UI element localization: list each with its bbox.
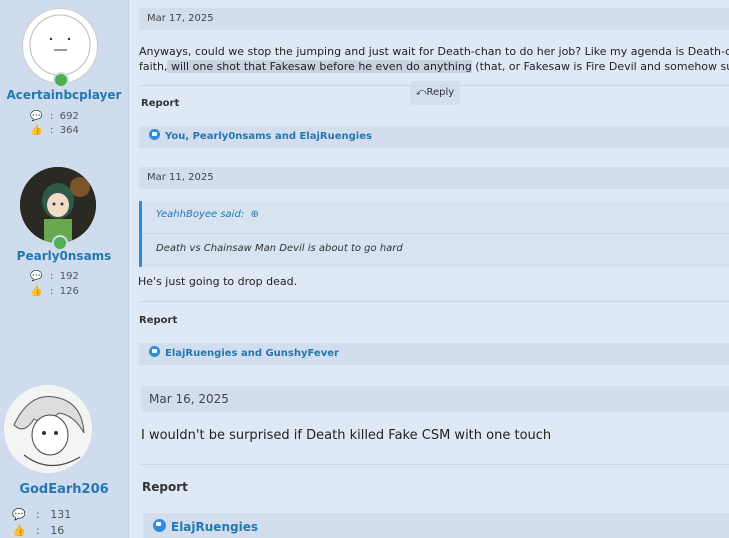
- speech-bubbles-icon: 💬: [30, 271, 43, 282]
- report-link[interactable]: Report: [142, 480, 188, 494]
- username[interactable]: Pearly0nsams: [0, 249, 128, 263]
- report-link[interactable]: Report: [141, 98, 179, 109]
- message-count-value: 131: [50, 508, 72, 521]
- speech-bubbles-icon: 💬: [30, 111, 43, 122]
- message-count-value: 692: [59, 111, 79, 122]
- avatar[interactable]: [20, 167, 96, 243]
- reply-arrow-icon: ⤺: [415, 87, 427, 98]
- user-sidebar: Pearly0nsams 💬: 192 👍: 126: [0, 155, 129, 371]
- like-count-value: 16: [50, 524, 65, 537]
- thumbs-up-icon: 👍: [30, 125, 43, 136]
- quote-text: Death vs Chainsaw Man Devil is about to …: [156, 243, 403, 254]
- like-icon: [153, 519, 166, 532]
- quote-author-label[interactable]: YeahhBoyee said:: [156, 209, 244, 220]
- like-count: 👍: 364: [30, 125, 79, 136]
- post-body: Mar 16, 2025 I wouldn't be surprised if …: [129, 371, 729, 538]
- thumbs-up-icon: 👍: [30, 286, 43, 297]
- divider: [141, 464, 729, 465]
- divider: [139, 85, 729, 86]
- post-3: GodEarh206 💬: 131 👍: 16 Mar 16, 2025 I w…: [0, 371, 729, 538]
- user-sidebar: GodEarh206 💬: 131 👍: 16: [0, 371, 129, 538]
- post-body: Mar 11, 2025 YeahhBoyee said: ⊕ Death vs…: [129, 155, 729, 371]
- post-2: Pearly0nsams 💬: 192 👍: 126 Mar 11, 2025 …: [0, 155, 729, 372]
- post-1: Acertainbcplayer 💬: 692 👍: 364 Mar 17, 2…: [0, 0, 729, 156]
- reactions-bar[interactable]: ElajRuengies and GunshyFever: [139, 343, 729, 365]
- user-sidebar: Acertainbcplayer 💬: 692 👍: 364: [0, 0, 129, 155]
- reply-label: Reply: [426, 87, 455, 98]
- reactions-list[interactable]: You, Pearly0nsams and ElajRuengies: [165, 131, 372, 142]
- text-segment: faith,: [139, 60, 168, 73]
- like-count: 👍: 126: [30, 286, 79, 297]
- arrow-up-circle-icon[interactable]: ⊕: [247, 209, 259, 220]
- message-count: 💬: 131: [12, 508, 72, 521]
- report-link[interactable]: Report: [139, 315, 177, 326]
- message-count: 💬: 692: [30, 111, 79, 122]
- speech-bubbles-icon: 💬: [12, 508, 26, 521]
- post-text-line-1: Anyways, could we stop the jumping and j…: [139, 45, 729, 58]
- reactions-bar[interactable]: ElajRuengies: [143, 513, 729, 538]
- post-date[interactable]: Mar 11, 2025: [139, 167, 729, 189]
- like-count-value: 364: [59, 125, 79, 136]
- reactions-bar[interactable]: You, Pearly0nsams and ElajRuengies: [139, 126, 729, 148]
- thread-page: Acertainbcplayer 💬: 692 👍: 364 Mar 17, 2…: [0, 0, 729, 538]
- avatar[interactable]: [4, 385, 92, 473]
- message-count-value: 192: [59, 271, 79, 282]
- like-icon: [149, 129, 160, 140]
- quote-author[interactable]: YeahhBoyee said: ⊕: [156, 209, 259, 220]
- post-date[interactable]: Mar 16, 2025: [141, 386, 729, 412]
- username[interactable]: Acertainbcplayer: [0, 88, 128, 102]
- online-indicator: [53, 72, 69, 88]
- post-text-line-2: faith, will one shot that Fakesaw before…: [139, 59, 729, 75]
- message-count: 💬: 192: [30, 271, 79, 282]
- thumbs-up-icon: 👍: [12, 524, 26, 537]
- reactions-list[interactable]: ElajRuengies and GunshyFever: [165, 348, 339, 359]
- post-date[interactable]: Mar 17, 2025: [139, 8, 729, 30]
- post-text: He's just going to drop dead.: [138, 275, 298, 288]
- like-icon: [149, 346, 160, 357]
- post-body: Mar 17, 2025 Anyways, could we stop the …: [129, 0, 729, 155]
- selected-text: will one shot that Fakesaw before he eve…: [167, 60, 472, 73]
- divider: [139, 301, 729, 302]
- quote-block: YeahhBoyee said: ⊕ Death vs Chainsaw Man…: [139, 201, 729, 267]
- text-segment: (that, or Fakesaw is Fire Devil and some…: [475, 60, 729, 73]
- like-count: 👍: 16: [12, 524, 65, 537]
- quote-divider: [142, 233, 729, 234]
- like-count-value: 126: [59, 286, 79, 297]
- username[interactable]: GodEarh206: [0, 482, 128, 497]
- post-text: I wouldn't be surprised if Death killed …: [141, 428, 552, 443]
- reactions-list[interactable]: ElajRuengies: [171, 520, 258, 534]
